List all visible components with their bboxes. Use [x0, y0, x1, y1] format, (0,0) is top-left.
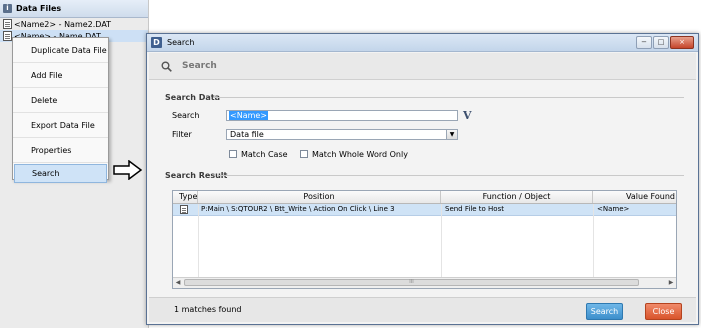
- column-divider: [198, 204, 199, 277]
- row-position: P:Main \ S:QTOUR2 \ Btt_Write \ Action O…: [201, 205, 395, 213]
- app-icon: D: [151, 37, 162, 48]
- search-header-title: Search: [182, 61, 217, 71]
- file-icon: [3, 19, 12, 29]
- search-dialog: D Search − □ × Search Search Data Search…: [146, 33, 699, 325]
- dialog-titlebar[interactable]: D Search − □ ×: [147, 34, 698, 52]
- column-value-found[interactable]: Value Found: [593, 191, 678, 203]
- scroll-left-icon[interactable]: ◀: [173, 278, 183, 288]
- file-icon: [3, 31, 12, 41]
- search-header-bar: Search: [149, 53, 696, 80]
- data-files-header: i Data Files: [0, 0, 148, 18]
- dialog-footer: 1 matches found Search Close: [149, 297, 696, 322]
- menu-item-properties[interactable]: Properties: [13, 138, 108, 163]
- menu-item-export[interactable]: Export Data File: [13, 113, 108, 138]
- column-function-object[interactable]: Function / Object: [441, 191, 593, 203]
- column-position[interactable]: Position: [198, 191, 441, 203]
- column-divider: [593, 204, 594, 277]
- matches-found-label: 1 matches found: [174, 305, 242, 314]
- search-data-label: Search Data: [165, 93, 221, 102]
- match-whole-word-label: Match Whole Word Only: [312, 150, 408, 159]
- menu-item-search[interactable]: Search: [14, 164, 107, 183]
- menu-item-delete[interactable]: Delete: [13, 88, 108, 113]
- dialog-title: Search: [167, 38, 195, 47]
- variable-button[interactable]: V: [463, 109, 472, 122]
- scroll-right-icon[interactable]: ▶: [666, 278, 676, 288]
- match-whole-word-checkbox[interactable]: [300, 150, 308, 158]
- info-icon: i: [3, 4, 12, 13]
- column-divider: [441, 204, 442, 277]
- search-field-label: Search: [172, 111, 200, 120]
- row-type-icon: [180, 205, 190, 216]
- file-icon: [180, 205, 188, 214]
- row-value: <Name>: [597, 205, 630, 213]
- search-input-value: <Name>: [229, 111, 269, 120]
- search-input[interactable]: <Name>: [226, 110, 458, 121]
- filter-value: Data file: [230, 130, 264, 139]
- filter-select[interactable]: Data file ▼: [226, 129, 458, 140]
- close-window-button[interactable]: ×: [670, 36, 694, 49]
- match-case-label: Match Case: [241, 150, 288, 159]
- column-type[interactable]: Type: [173, 191, 198, 203]
- data-file-label: <Name2> - Name2.DAT: [14, 19, 112, 29]
- section-divider: [213, 97, 684, 98]
- results-grid: Type Position Function / Object Value Fo…: [172, 190, 677, 289]
- context-menu: Duplicate Data File Add File Delete Expo…: [12, 37, 109, 183]
- row-function: Send File to Host: [445, 205, 504, 213]
- chevron-down-icon[interactable]: ▼: [446, 130, 457, 139]
- filter-label: Filter: [172, 130, 192, 139]
- menu-item-add-file[interactable]: Add File: [13, 63, 108, 88]
- match-case-checkbox[interactable]: [229, 150, 237, 158]
- grid-header: Type Position Function / Object Value Fo…: [173, 191, 676, 204]
- menu-item-duplicate[interactable]: Duplicate Data File: [13, 38, 108, 63]
- maximize-button[interactable]: □: [653, 36, 669, 49]
- section-divider: [219, 175, 684, 176]
- search-button[interactable]: Search: [586, 303, 623, 320]
- search-icon: [161, 61, 172, 72]
- minimize-button[interactable]: −: [636, 36, 652, 49]
- close-button[interactable]: Close: [645, 303, 682, 320]
- data-file-item[interactable]: <Name2> - Name2.DAT: [0, 18, 148, 30]
- scroll-thumb[interactable]: III: [184, 279, 639, 286]
- right-arrow-icon: [113, 160, 143, 180]
- table-row[interactable]: P:Main \ S:QTOUR2 \ Btt_Write \ Action O…: [173, 204, 676, 216]
- horizontal-scrollbar[interactable]: ◀ III ▶: [173, 277, 676, 288]
- data-files-title: Data Files: [16, 4, 62, 13]
